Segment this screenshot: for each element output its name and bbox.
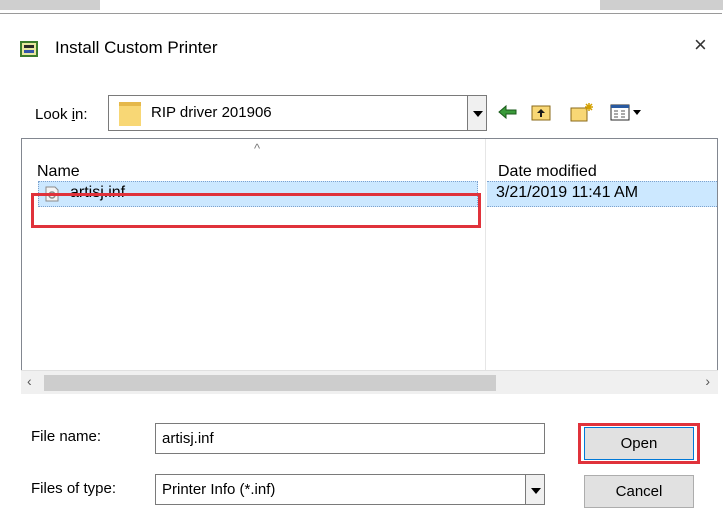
title-bar[interactable]: Install Custom Printer ×	[0, 14, 722, 64]
files-of-type-dropdown-arrow[interactable]	[525, 474, 545, 505]
file-name-cell: artisj.inf	[70, 184, 126, 201]
look-in-label: Look in:	[35, 106, 88, 123]
look-in-value: RIP driver 201906	[151, 104, 272, 121]
back-arrow-icon[interactable]	[497, 102, 519, 122]
list-item[interactable]: artisj.inf 3/21/2019 11:41 AM	[22, 181, 717, 209]
file-name-label: File name:	[31, 428, 102, 445]
files-of-type-label: Files of type:	[31, 480, 117, 497]
look-in-label-part: Look	[35, 106, 72, 123]
column-separator[interactable]	[485, 139, 486, 392]
folder-icon	[119, 102, 141, 126]
files-of-type-combobox[interactable]: Printer Info (*.inf)	[155, 474, 545, 505]
scroll-left-arrow[interactable]: ‹	[27, 373, 32, 389]
column-header-date-modified[interactable]: Date modified	[498, 163, 597, 181]
open-button[interactable]: Open	[584, 427, 694, 460]
look-in-dropdown-arrow[interactable]	[467, 95, 487, 131]
background-segment	[600, 0, 723, 10]
dialog-title: Install Custom Printer	[55, 38, 218, 57]
files-of-type-value: Printer Info (*.inf)	[162, 481, 276, 498]
list-header: Name ^ Date modified	[22, 139, 717, 392]
file-name-input[interactable]: artisj.inf	[155, 423, 545, 454]
install-custom-printer-dialog: Install Custom Printer × Look in: RIP dr…	[0, 13, 722, 515]
file-name-input-value: artisj.inf	[162, 430, 214, 447]
printer-app-icon	[20, 41, 38, 57]
sort-indicator: ^	[254, 141, 261, 156]
date-modified-cell: 3/21/2019 11:41 AM	[496, 184, 639, 201]
look-in-combobox[interactable]: RIP driver 201906	[108, 95, 487, 131]
close-button[interactable]: ×	[694, 32, 707, 58]
background-segment	[0, 0, 100, 10]
inf-file-icon	[45, 186, 59, 202]
scroll-right-arrow[interactable]: ›	[705, 373, 710, 389]
cancel-button[interactable]: Cancel	[584, 475, 694, 508]
file-list[interactable]: Name ^ Date modified artisj.inf 3/21/201…	[21, 138, 718, 393]
look-in-label-part: n:	[75, 106, 88, 123]
column-header-name[interactable]: Name	[37, 163, 80, 181]
horizontal-scrollbar[interactable]: ‹ ›	[21, 370, 718, 394]
view-menu-icon[interactable]	[610, 102, 642, 122]
up-folder-icon[interactable]	[531, 102, 551, 122]
scrollbar-thumb[interactable]	[44, 375, 496, 391]
new-folder-icon[interactable]	[570, 102, 594, 122]
